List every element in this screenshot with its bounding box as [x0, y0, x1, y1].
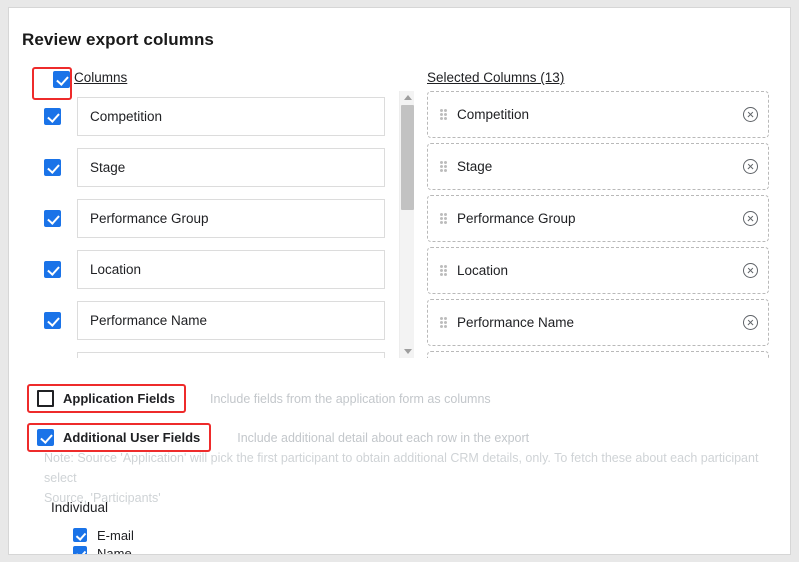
drag-handle-icon[interactable] — [440, 265, 448, 276]
remove-circle-icon[interactable] — [743, 211, 758, 226]
remove-circle-icon[interactable] — [743, 107, 758, 122]
individual-field-label: Name — [97, 545, 132, 555]
drag-handle-icon[interactable] — [440, 161, 448, 172]
columns-header-label[interactable]: Columns — [74, 70, 127, 85]
column-name-field[interactable]: Location — [77, 250, 385, 289]
selected-columns-panel: Selected Columns (13) Competition Stage … — [419, 58, 789, 358]
selected-columns-list: Competition Stage Performance Group Loca… — [419, 91, 789, 358]
drag-handle-icon[interactable] — [440, 317, 448, 328]
column-row[interactable]: Stage — [22, 142, 407, 193]
page-title: Review export columns — [22, 30, 214, 49]
drag-handle-icon[interactable] — [440, 109, 448, 120]
selected-column-label: Performance Name — [457, 315, 575, 330]
individual-field-checkbox[interactable] — [73, 546, 87, 554]
additional-user-fields-checkbox[interactable] — [37, 429, 54, 446]
scrollbar-thumb[interactable] — [401, 105, 414, 210]
selected-column-item[interactable]: Stage — [427, 143, 769, 190]
selected-column-label: Stage — [457, 159, 493, 174]
individual-field-label: E-mail — [97, 527, 134, 543]
available-columns-list: Competition Stage Performance Group Loca… — [22, 91, 407, 358]
column-checkbox[interactable] — [44, 159, 61, 176]
column-row-partial[interactable] — [22, 346, 407, 358]
additional-user-fields-label: Additional User Fields — [63, 430, 201, 445]
column-checkbox[interactable] — [44, 108, 61, 125]
source-note-text: Note: Source 'Application' will pick the… — [44, 451, 759, 505]
individual-fields-list: E-mail Name — [73, 526, 373, 555]
remove-circle-icon[interactable] — [743, 315, 758, 330]
individual-field-row[interactable]: Name — [73, 544, 373, 555]
column-row[interactable]: Competition — [22, 91, 407, 142]
individual-field-row[interactable]: E-mail — [73, 526, 373, 544]
available-columns-panel: Columns Competition Stage Performance Gr… — [22, 58, 414, 358]
column-name-field[interactable]: Performance Name — [77, 301, 385, 340]
selected-column-item[interactable]: Competition — [427, 91, 769, 138]
application-fields-checkbox[interactable] — [37, 390, 54, 407]
column-name-field[interactable]: Stage — [77, 148, 385, 187]
selected-column-label: Location — [457, 263, 509, 278]
column-row[interactable]: Performance Name — [22, 295, 407, 346]
individual-field-checkbox[interactable] — [73, 528, 87, 542]
additional-user-fields-description: Include additional detail about each row… — [237, 430, 530, 445]
selected-column-item[interactable]: Performance Group — [427, 195, 769, 242]
column-checkbox[interactable] — [44, 261, 61, 278]
application-fields-row: Application Fields Include fields from t… — [27, 384, 491, 413]
column-row[interactable]: Performance Group — [22, 193, 407, 244]
application-fields-label: Application Fields — [63, 391, 175, 406]
export-columns-card: Review export columns Columns Competitio… — [8, 7, 791, 555]
column-checkbox[interactable] — [44, 312, 61, 329]
application-fields-highlight[interactable]: Application Fields — [27, 384, 186, 413]
column-name-field[interactable] — [77, 352, 385, 358]
selected-columns-header-label[interactable]: Selected Columns (13) — [427, 70, 564, 85]
column-checkbox[interactable] — [44, 210, 61, 227]
selected-column-item[interactable]: Performance Name — [427, 299, 769, 346]
scroll-up-arrow-icon[interactable] — [400, 91, 415, 104]
individual-group-title: Individual — [51, 500, 109, 515]
remove-circle-icon[interactable] — [743, 159, 758, 174]
column-row[interactable]: Location — [22, 244, 407, 295]
selected-column-label: Performance Group — [457, 211, 576, 226]
scroll-down-arrow-icon[interactable] — [400, 345, 415, 358]
column-name-field[interactable]: Performance Group — [77, 199, 385, 238]
selected-column-item[interactable]: Total Score — [427, 351, 769, 358]
select-all-columns-checkbox[interactable] — [53, 71, 70, 88]
selected-column-label: Competition — [457, 107, 530, 122]
remove-circle-icon[interactable] — [743, 263, 758, 278]
drag-handle-icon[interactable] — [440, 213, 448, 224]
column-name-field[interactable]: Competition — [77, 97, 385, 136]
available-columns-scrollbar[interactable] — [399, 91, 414, 358]
application-fields-description: Include fields from the application form… — [209, 391, 491, 406]
screenshot-root: Review export columns Columns Competitio… — [0, 0, 799, 562]
selected-column-item[interactable]: Location — [427, 247, 769, 294]
